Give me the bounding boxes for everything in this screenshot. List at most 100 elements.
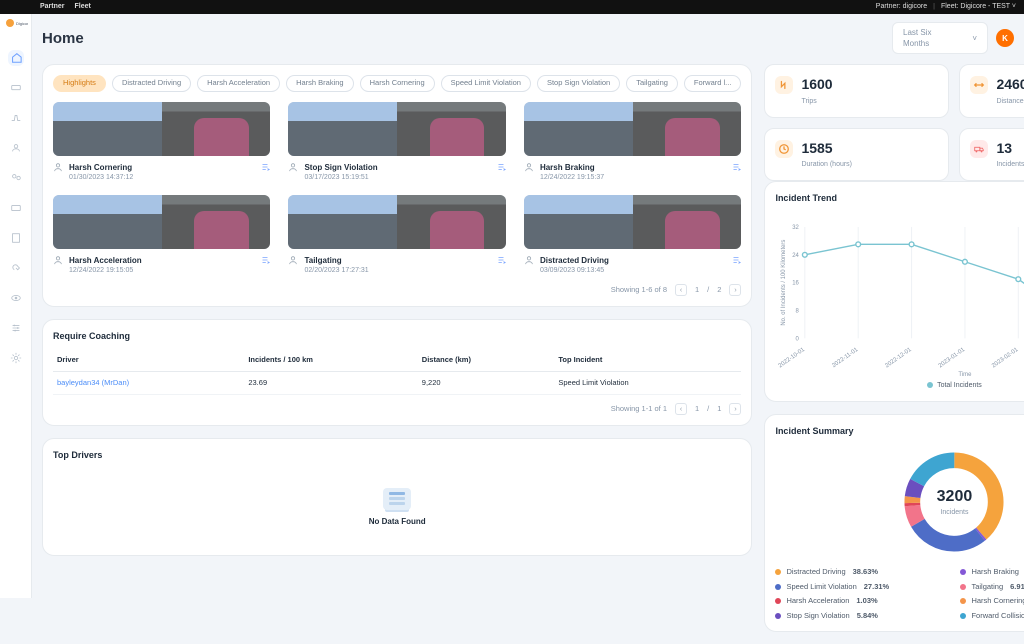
highlight-item[interactable]: Distracted Driving 03/09/2023 09:13:45 <box>524 195 741 276</box>
home-icon[interactable] <box>8 50 24 66</box>
highlight-title: Stop Sign Violation <box>304 162 377 173</box>
assign-icon[interactable] <box>731 162 741 177</box>
pager-prev[interactable]: ‹ <box>675 284 687 296</box>
legend-item: Forward Collision Warning 17.34% <box>960 611 1024 622</box>
coaching-title: Require Coaching <box>53 330 741 343</box>
assign-icon[interactable] <box>496 162 506 177</box>
fleet-icon[interactable] <box>8 80 24 96</box>
svg-text:Time: Time <box>959 372 973 378</box>
pager-next[interactable]: › <box>729 403 741 415</box>
camera-icon[interactable] <box>8 200 24 216</box>
column-header[interactable]: Top Incident <box>554 350 741 371</box>
topbar-fleet[interactable]: Fleet <box>75 2 91 12</box>
period-dropdown[interactable]: Last Six Months ˅ <box>892 22 988 54</box>
svg-text:Digicore: Digicore <box>16 21 28 26</box>
highlight-thumbnail[interactable] <box>288 195 505 249</box>
person-icon <box>53 255 63 270</box>
highlight-item[interactable]: Harsh Braking 12/24/2022 19:15:37 <box>524 102 741 183</box>
highlight-item[interactable]: Stop Sign Violation 03/17/2023 15:19:51 <box>288 102 505 183</box>
top-bar: Partner Fleet Partner: digicore | Fleet:… <box>0 0 1024 14</box>
assign-icon[interactable] <box>496 255 506 270</box>
highlight-thumbnail[interactable] <box>53 195 270 249</box>
stat-value: 13 <box>996 139 1012 159</box>
highlight-title: Harsh Cornering <box>69 162 133 173</box>
page-header: Home Last Six Months ˅ K <box>42 22 1014 54</box>
trend-chart: 08162432No. of Incidents / 100 Kilometer… <box>775 219 1024 379</box>
stat-label: Trips <box>801 97 938 107</box>
highlight-thumbnail[interactable] <box>53 102 270 156</box>
chip-harsh-braking[interactable]: Harsh Braking <box>286 75 354 92</box>
svg-text:16: 16 <box>793 280 800 286</box>
chip-distracted-driving[interactable]: Distracted Driving <box>112 75 191 92</box>
settings-icon[interactable] <box>8 350 24 366</box>
arrow-branch-icon <box>775 76 793 94</box>
chip-harsh-cornering[interactable]: Harsh Cornering <box>360 75 435 92</box>
highlight-title: Harsh Acceleration <box>69 255 142 266</box>
empty-icon <box>383 488 411 510</box>
person-icon <box>288 162 298 177</box>
legend-item: Harsh Braking 0.66% <box>960 567 1024 578</box>
reports-icon[interactable] <box>8 230 24 246</box>
svg-text:2023-01-01: 2023-01-01 <box>938 346 967 369</box>
pager-next[interactable]: › <box>729 284 741 296</box>
chip-highlights[interactable]: Highlights <box>53 75 106 92</box>
highlight-title: Harsh Braking <box>540 162 604 173</box>
chip-speed-limit-violation[interactable]: Speed Limit Violation <box>441 75 531 92</box>
summary-card: Incident Summary 3200 Incidents Distract… <box>764 414 1024 633</box>
drivers-icon[interactable] <box>8 140 24 156</box>
maintenance-icon[interactable] <box>8 260 24 276</box>
column-header[interactable]: Driver <box>53 350 244 371</box>
pager-prev[interactable]: ‹ <box>675 403 687 415</box>
highlight-thumbnail[interactable] <box>524 102 741 156</box>
user-avatar[interactable]: K <box>996 29 1014 47</box>
chip-stop-sign-violation[interactable]: Stop Sign Violation <box>537 75 620 92</box>
coaching-icon[interactable] <box>8 170 24 186</box>
views-icon[interactable] <box>8 290 24 306</box>
legend-item: Speed Limit Violation 27.31% <box>775 582 948 593</box>
svg-text:24: 24 <box>793 253 800 259</box>
assign-icon[interactable] <box>260 162 270 177</box>
chip-harsh-acceleration[interactable]: Harsh Acceleration <box>197 75 280 92</box>
chevron-down-icon: ˅ <box>972 33 977 44</box>
highlight-thumbnail[interactable] <box>524 195 741 249</box>
no-data-state: No Data Found <box>53 470 741 545</box>
stat-duration-hours-: 1585 Duration (hours) <box>764 128 949 181</box>
legend-item: Stop Sign Violation 5.84% <box>775 611 948 622</box>
svg-text:2022-10-01: 2022-10-01 <box>778 346 807 369</box>
trips-icon[interactable] <box>8 110 24 126</box>
stat-value: 1585 <box>801 139 832 159</box>
highlight-time: 03/09/2023 09:13:45 <box>540 266 609 276</box>
svg-text:2022-12-01: 2022-12-01 <box>885 346 914 369</box>
highlight-item[interactable]: Tailgating 02/20/2023 17:27:31 <box>288 195 505 276</box>
column-header[interactable]: Distance (km) <box>418 350 555 371</box>
highlight-item[interactable]: Harsh Acceleration 12/24/2022 19:15:05 <box>53 195 270 276</box>
brand-logo: Digicore <box>4 18 28 28</box>
topbar-partner-info: Partner: digicore <box>876 2 927 12</box>
highlight-thumbnail[interactable] <box>288 102 505 156</box>
highlight-time: 02/20/2023 17:27:31 <box>304 266 368 276</box>
legend-item: Distracted Driving 38.63% <box>775 567 948 578</box>
highlight-item[interactable]: Harsh Cornering 01/30/2023 14:37:12 <box>53 102 270 183</box>
top-drivers-card: Top Drivers No Data Found <box>42 438 752 556</box>
assign-icon[interactable] <box>731 255 741 270</box>
trend-legend: Total Incidents <box>775 381 1024 391</box>
person-icon <box>524 255 534 270</box>
page-title: Home <box>42 28 84 49</box>
chip-forward-l-[interactable]: Forward l... <box>684 75 742 92</box>
highlight-title: Distracted Driving <box>540 255 609 266</box>
column-header[interactable]: Incidents / 100 km <box>244 350 417 371</box>
topbar-partner[interactable]: Partner <box>40 2 65 12</box>
chip-tailgating[interactable]: Tailgating <box>626 75 678 92</box>
sliders-icon[interactable] <box>8 320 24 336</box>
highlight-time: 12/24/2022 19:15:37 <box>540 173 604 183</box>
person-icon <box>524 162 534 177</box>
svg-text:32: 32 <box>793 225 800 231</box>
stat-incidents-kilometres: 13 40.94% lower Incidents / 100 kilometr… <box>959 128 1024 181</box>
topbar-fleet-switch[interactable]: Fleet: Digicore - TEST ˅ <box>941 2 1016 12</box>
stat-label: Duration (hours) <box>801 160 938 170</box>
assign-icon[interactable] <box>260 255 270 270</box>
trend-title: Incident Trend <box>775 192 837 205</box>
driver-link[interactable]: bayleydan34 (MrDan) <box>53 371 244 395</box>
highlight-time: 01/30/2023 14:37:12 <box>69 173 133 183</box>
table-row[interactable]: bayleydan34 (MrDan)23.699,220Speed Limit… <box>53 371 741 395</box>
